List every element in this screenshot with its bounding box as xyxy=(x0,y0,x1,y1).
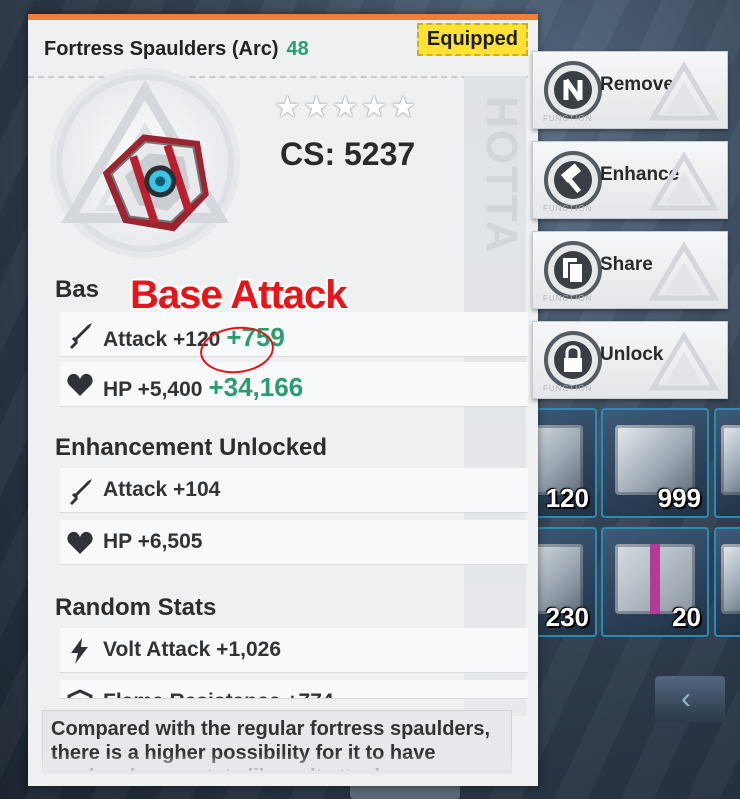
sword-icon xyxy=(70,479,92,505)
function-caption: FUNCTION xyxy=(543,294,593,303)
crate-icon xyxy=(720,543,740,614)
stat-label: Flame Resistance +774 xyxy=(103,690,334,698)
inventory-tile[interactable]: 20 xyxy=(601,527,709,637)
hammer-icon xyxy=(544,151,602,209)
lock-icon xyxy=(544,331,602,389)
stat-bonus: +34,166 xyxy=(208,372,304,402)
base-stats-heading: Bas xyxy=(55,276,100,303)
combat-score: CS: 5237 xyxy=(280,136,416,172)
spaulder-item-icon xyxy=(56,74,234,252)
crate-icon xyxy=(720,424,740,495)
function-caption: FUNCTION xyxy=(543,384,593,393)
item-level: 48 xyxy=(286,38,309,60)
stat-label: Attack +104 xyxy=(103,478,221,501)
chevron-left-icon: ‹ xyxy=(681,682,691,715)
item-title: Fortress Spaulders (Arc) 48 xyxy=(44,38,309,61)
stat-row-base-attack: Attack +120 +759 xyxy=(60,312,528,357)
inventory-count: 120 xyxy=(545,483,589,513)
triangle-decoration-icon xyxy=(649,332,719,391)
triangle-decoration-icon xyxy=(649,152,719,211)
watermark-text: HOTTA xyxy=(477,96,526,255)
stat-label: Volt Attack +1,026 xyxy=(103,638,281,661)
stat-row-enhance-hp: HP +6,505 xyxy=(60,520,528,565)
function-caption: FUNCTION xyxy=(543,204,593,213)
inventory-tile[interactable] xyxy=(714,408,740,518)
triangle-decoration-icon xyxy=(649,62,719,121)
description-fade xyxy=(42,754,512,774)
heart-icon xyxy=(67,373,93,396)
item-name: Fortress Spaulders (Arc) xyxy=(44,38,279,60)
stat-value: HP +5,400 xyxy=(103,378,203,401)
stat-label: HP +6,505 xyxy=(103,530,203,553)
inventory-count: 230 xyxy=(545,602,589,632)
stat-row-base-hp: HP +5,400 +34,166 xyxy=(60,362,528,407)
stat-row-enhance-attack: Attack +104 xyxy=(60,468,528,513)
heart-icon xyxy=(67,531,93,554)
rarity-stars: ★★★★★ xyxy=(274,91,419,124)
page-left-button[interactable]: ‹ xyxy=(655,676,725,722)
share-icon xyxy=(544,241,602,299)
stat-label: HP +5,400 +34,166 xyxy=(103,372,303,403)
item-detail-panel: Fortress Spaulders (Arc) 48 Equipped HOTT… xyxy=(28,14,538,786)
flame-shield-icon xyxy=(67,689,93,698)
inventory-tile[interactable] xyxy=(714,527,740,637)
unlock-button[interactable]: Unlock FUNCTION xyxy=(532,321,728,399)
inventory-count: 999 xyxy=(657,483,701,513)
lightning-icon xyxy=(71,638,88,664)
equipped-badge: Equipped xyxy=(416,23,528,56)
stat-row-flame-resistance: Flame Resistance +774 xyxy=(60,680,528,699)
random-stats-heading: Random Stats xyxy=(55,594,217,621)
enhancement-heading: Enhancement Unlocked xyxy=(55,434,328,461)
annotation-label: Base Attack xyxy=(129,272,349,318)
share-button[interactable]: Share FUNCTION xyxy=(532,231,728,309)
sword-icon xyxy=(70,323,92,349)
remove-button[interactable]: Remove FUNCTION xyxy=(532,51,728,129)
enhance-button[interactable]: Enhance FUNCTION xyxy=(532,141,728,219)
stat-row-volt-attack: Volt Attack +1,026 xyxy=(60,628,528,673)
item-emblem xyxy=(50,68,240,258)
unequip-icon xyxy=(544,61,602,119)
share-label: Share xyxy=(600,254,653,275)
triangle-decoration-icon xyxy=(649,242,719,301)
function-caption: FUNCTION xyxy=(543,114,593,123)
inventory-count: 20 xyxy=(672,602,701,632)
inventory-tile[interactable]: 999 xyxy=(601,408,709,518)
